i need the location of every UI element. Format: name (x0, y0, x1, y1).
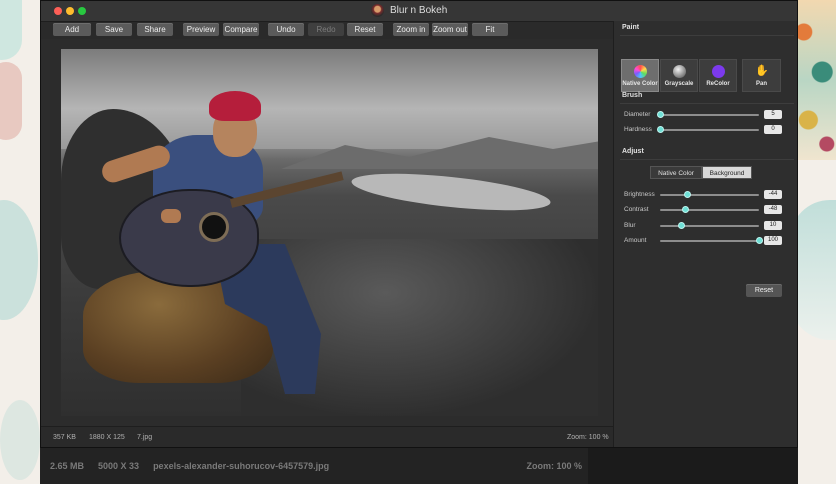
desktop-decoration (0, 400, 40, 480)
background-image-dimensions: 5000 X 33 (98, 461, 140, 471)
share-button[interactable]: Share (137, 23, 173, 36)
adjust-section-header: Adjust (622, 148, 644, 155)
grayscale-tool-label: Grayscale (664, 81, 694, 87)
file-name: 7.jpg (137, 434, 153, 441)
hand-icon: ✋ (755, 65, 769, 77)
edited-photo[interactable] (61, 49, 598, 416)
grayscale-ball-icon (672, 65, 686, 78)
redo-button[interactable]: Redo (308, 23, 344, 36)
blur-value[interactable]: 10 (764, 221, 782, 230)
native-color-tool[interactable]: Native Color (621, 59, 659, 92)
reset-button[interactable]: Reset (347, 23, 383, 36)
photo-guitar-soundhole (199, 212, 229, 242)
save-button[interactable]: Save (96, 23, 132, 36)
amount-slider-knob[interactable] (755, 237, 763, 244)
grayscale-tool[interactable]: Grayscale (660, 59, 698, 92)
title-bar[interactable]: Blur n Bokeh (41, 1, 797, 22)
divider (620, 35, 794, 36)
fit-screen-button[interactable]: Fit Screen (472, 23, 508, 47)
contrast-value[interactable]: -48 (764, 205, 782, 214)
window-title: Blur n Bokeh (390, 5, 448, 16)
recolor-tool[interactable]: ReColor (699, 59, 737, 92)
diameter-value[interactable]: 5 (764, 110, 782, 119)
zoom-out-button[interactable]: Zoom out (432, 23, 468, 36)
amount-slider-track[interactable] (660, 240, 759, 242)
hardness-slider-knob[interactable] (656, 126, 664, 133)
hardness-value[interactable]: 0 (764, 125, 782, 134)
photo-beanie (209, 91, 261, 121)
amount-value[interactable]: 100 (764, 236, 782, 245)
divider (620, 159, 794, 160)
blur-slider-knob[interactable] (678, 222, 686, 229)
adjust-mode-native-color[interactable]: Native Color (650, 166, 702, 179)
divider (620, 103, 794, 104)
hardness-slider-track[interactable] (660, 129, 759, 131)
undo-button[interactable]: Undo (268, 23, 304, 36)
contrast-slider-track[interactable] (660, 209, 759, 211)
hardness-label: Hardness (624, 126, 652, 133)
settings-panel: Paint Native Color Grayscale ReColor ✋ P… (613, 21, 797, 447)
app-window: Blur n Bokeh Add Image Save Share Previe… (40, 0, 798, 448)
native-color-tool-label: Native Color (622, 81, 658, 87)
diameter-label: Diameter (624, 111, 651, 118)
compare-button[interactable]: Compare (223, 23, 259, 36)
background-window-status-bar: 2.65 MB 5000 X 33 pexels-alexander-suhor… (40, 448, 588, 484)
amount-label: Amount (624, 237, 647, 244)
background-window-panel (588, 448, 798, 484)
blur-label: Blur (624, 222, 636, 229)
file-size: 357 KB (53, 434, 76, 441)
recolor-circle-icon (711, 65, 725, 78)
blur-slider-track[interactable] (660, 225, 759, 227)
recolor-tool-label: ReColor (706, 81, 730, 87)
brightness-value[interactable]: -44 (764, 190, 782, 199)
contrast-label: Contrast (624, 206, 649, 213)
reset-adjustments-button[interactable]: Reset (746, 284, 782, 297)
background-zoom-level: Zoom: 100 % (526, 461, 582, 471)
toolbar: Add Image Save Share Preview Compare Und… (41, 21, 613, 47)
zoom-in-button[interactable]: Zoom in (393, 23, 429, 36)
pan-tool-label: Pan (755, 81, 767, 87)
brightness-label: Brightness (624, 191, 655, 198)
desktop-decoration (0, 0, 22, 60)
background-file-name: pexels-alexander-suhorucov-6457579.jpg (153, 461, 330, 471)
paint-section-header: Paint (622, 24, 640, 31)
image-canvas-area[interactable] (41, 39, 613, 426)
diameter-slider-knob[interactable] (656, 111, 664, 118)
image-dimensions: 1880 X 125 (89, 434, 125, 441)
photo-lake (349, 166, 553, 218)
brightness-slider-knob[interactable] (684, 191, 692, 198)
pan-tool[interactable]: ✋ Pan (742, 59, 781, 92)
background-file-size: 2.65 MB (50, 461, 85, 471)
zoom-level: Zoom: 100 % (567, 434, 609, 441)
minimize-window-button[interactable] (66, 7, 74, 15)
window-title-group: Blur n Bokeh (371, 4, 447, 17)
preview-button[interactable]: Preview (183, 23, 219, 36)
brush-section-header: Brush (622, 92, 643, 99)
desktop-decoration (0, 62, 22, 140)
desktop-decoration (0, 200, 38, 320)
close-window-button[interactable] (54, 7, 62, 15)
adjust-mode-background[interactable]: Background (702, 166, 752, 179)
maximize-window-button[interactable] (78, 7, 86, 15)
diameter-slider-track[interactable] (660, 114, 759, 116)
color-wheel-icon (633, 65, 647, 78)
add-image-button[interactable]: Add Image (53, 23, 91, 47)
brightness-slider-track[interactable] (660, 194, 759, 196)
contrast-slider-knob[interactable] (682, 206, 690, 213)
photo-hand (161, 209, 181, 223)
app-icon (371, 4, 384, 17)
status-bar: 357 KB 1880 X 125 7.jpg Zoom: 100 % (41, 426, 613, 447)
